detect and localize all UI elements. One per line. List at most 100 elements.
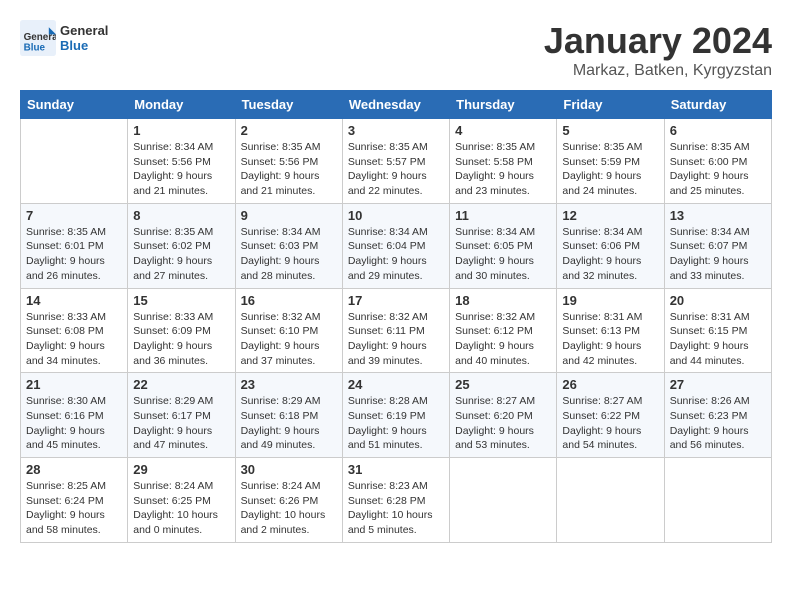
day-info: Sunrise: 8:34 AMSunset: 6:05 PMDaylight:… [455,225,551,284]
day-number: 2 [241,123,337,138]
calendar-cell: 2 Sunrise: 8:35 AMSunset: 5:56 PMDaylight… [235,119,342,204]
day-info: Sunrise: 8:35 AMSunset: 6:02 PMDaylight:… [133,225,229,284]
day-number: 6 [670,123,766,138]
calendar-cell: 13Sunrise: 8:34 AMSunset: 6:07 PMDayligh… [664,203,771,288]
calendar-week-1: 1 Sunrise: 8:34 AMSunset: 5:56 PMDaylight… [21,119,772,204]
day-number: 10 [348,208,444,223]
calendar-cell: 7Sunrise: 8:35 AMSunset: 6:01 PMDaylight… [21,203,128,288]
calendar-cell: 19 Sunrise: 8:31 AMSunset: 6:13 PMDayligh… [557,288,664,373]
calendar-cell: 29 Sunrise: 8:24 AMSunset: 6:25 PMDayligh… [128,458,235,543]
day-info: Sunrise: 8:30 AMSunset: 6:16 PMDaylight:… [26,394,122,453]
day-number: 21 [26,377,122,392]
day-number: 25 [455,377,551,392]
calendar-header-monday: Monday [128,91,235,119]
calendar-cell: 1 Sunrise: 8:34 AMSunset: 5:56 PMDaylight… [128,119,235,204]
calendar-header-friday: Friday [557,91,664,119]
calendar-cell: 22 Sunrise: 8:29 AMSunset: 6:17 PMDayligh… [128,373,235,458]
day-info: Sunrise: 8:24 AMSunset: 6:25 PMDaylight:… [133,479,229,538]
day-number: 22 [133,377,229,392]
calendar-cell: 25Sunrise: 8:27 AMSunset: 6:20 PMDayligh… [450,373,557,458]
calendar-cell: 6 Sunrise: 8:35 AMSunset: 6:00 PMDaylight… [664,119,771,204]
day-number: 15 [133,293,229,308]
day-info: Sunrise: 8:34 AMSunset: 6:04 PMDaylight:… [348,225,444,284]
day-number: 11 [455,208,551,223]
day-number: 24 [348,377,444,392]
page: General Blue General Blue January 2024 M… [0,0,792,553]
day-number: 20 [670,293,766,308]
day-number: 1 [133,123,229,138]
day-number: 30 [241,462,337,477]
calendar-cell: 26 Sunrise: 8:27 AMSunset: 6:22 PMDayligh… [557,373,664,458]
logo-icon: General Blue [20,20,56,56]
calendar-cell: 15 Sunrise: 8:33 AMSunset: 6:09 PMDayligh… [128,288,235,373]
calendar-header-tuesday: Tuesday [235,91,342,119]
day-info: Sunrise: 8:34 AMSunset: 6:07 PMDaylight:… [670,225,766,284]
logo: General Blue General Blue [20,20,108,56]
day-number: 29 [133,462,229,477]
calendar-week-2: 7Sunrise: 8:35 AMSunset: 6:01 PMDaylight… [21,203,772,288]
calendar-header-wednesday: Wednesday [342,91,449,119]
day-info: Sunrise: 8:32 AMSunset: 6:12 PMDaylight:… [455,310,551,369]
day-info: Sunrise: 8:24 AMSunset: 6:26 PMDaylight:… [241,479,337,538]
day-info: Sunrise: 8:31 AMSunset: 6:13 PMDaylight:… [562,310,658,369]
calendar-cell: 8 Sunrise: 8:35 AMSunset: 6:02 PMDaylight… [128,203,235,288]
calendar-cell: 12Sunrise: 8:34 AMSunset: 6:06 PMDayligh… [557,203,664,288]
day-info: Sunrise: 8:28 AMSunset: 6:19 PMDaylight:… [348,394,444,453]
day-number: 5 [562,123,658,138]
day-info: Sunrise: 8:32 AMSunset: 6:10 PMDaylight:… [241,310,337,369]
day-info: Sunrise: 8:29 AMSunset: 6:18 PMDaylight:… [241,394,337,453]
day-info: Sunrise: 8:35 AMSunset: 5:58 PMDaylight:… [455,140,551,199]
day-info: Sunrise: 8:35 AMSunset: 5:57 PMDaylight:… [348,140,444,199]
header: General Blue General Blue January 2024 M… [20,20,772,80]
calendar-cell: 30 Sunrise: 8:24 AMSunset: 6:26 PMDayligh… [235,458,342,543]
calendar-header-row: SundayMondayTuesdayWednesdayThursdayFrid… [21,91,772,119]
calendar-cell: 23 Sunrise: 8:29 AMSunset: 6:18 PMDayligh… [235,373,342,458]
calendar-cell: 17Sunrise: 8:32 AMSunset: 6:11 PMDayligh… [342,288,449,373]
day-info: Sunrise: 8:35 AMSunset: 6:01 PMDaylight:… [26,225,122,284]
calendar-week-5: 28 Sunrise: 8:25 AMSunset: 6:24 PMDayligh… [21,458,772,543]
calendar-cell: 16 Sunrise: 8:32 AMSunset: 6:10 PMDayligh… [235,288,342,373]
day-number: 9 [241,208,337,223]
day-number: 23 [241,377,337,392]
day-number: 14 [26,293,122,308]
day-info: Sunrise: 8:35 AMSunset: 6:00 PMDaylight:… [670,140,766,199]
calendar-cell: 3Sunrise: 8:35 AMSunset: 5:57 PMDaylight… [342,119,449,204]
day-info: Sunrise: 8:29 AMSunset: 6:17 PMDaylight:… [133,394,229,453]
day-number: 16 [241,293,337,308]
calendar-cell [664,458,771,543]
calendar-cell: 31Sunrise: 8:23 AMSunset: 6:28 PMDayligh… [342,458,449,543]
day-info: Sunrise: 8:35 AMSunset: 5:56 PMDaylight:… [241,140,337,199]
day-info: Sunrise: 8:34 AMSunset: 6:03 PMDaylight:… [241,225,337,284]
calendar-cell: 27Sunrise: 8:26 AMSunset: 6:23 PMDayligh… [664,373,771,458]
day-info: Sunrise: 8:33 AMSunset: 6:08 PMDaylight:… [26,310,122,369]
day-info: Sunrise: 8:35 AMSunset: 5:59 PMDaylight:… [562,140,658,199]
calendar-cell: 9 Sunrise: 8:34 AMSunset: 6:03 PMDaylight… [235,203,342,288]
day-number: 8 [133,208,229,223]
calendar-cell: 10 Sunrise: 8:34 AMSunset: 6:04 PMDayligh… [342,203,449,288]
svg-text:Blue: Blue [24,43,46,54]
calendar-cell [557,458,664,543]
day-info: Sunrise: 8:33 AMSunset: 6:09 PMDaylight:… [133,310,229,369]
calendar-week-4: 21 Sunrise: 8:30 AMSunset: 6:16 PMDayligh… [21,373,772,458]
calendar-cell: 21 Sunrise: 8:30 AMSunset: 6:16 PMDayligh… [21,373,128,458]
calendar-cell: 11 Sunrise: 8:34 AMSunset: 6:05 PMDayligh… [450,203,557,288]
title-block: January 2024 Markaz, Batken, Kyrgyzstan [544,20,772,80]
day-info: Sunrise: 8:27 AMSunset: 6:22 PMDaylight:… [562,394,658,453]
day-number: 19 [562,293,658,308]
location: Markaz, Batken, Kyrgyzstan [544,62,772,80]
day-number: 26 [562,377,658,392]
calendar-cell: 14 Sunrise: 8:33 AMSunset: 6:08 PMDayligh… [21,288,128,373]
calendar-header-sunday: Sunday [21,91,128,119]
calendar-cell [21,119,128,204]
calendar-cell: 5 Sunrise: 8:35 AMSunset: 5:59 PMDaylight… [557,119,664,204]
day-info: Sunrise: 8:34 AMSunset: 6:06 PMDaylight:… [562,225,658,284]
calendar-cell: 28 Sunrise: 8:25 AMSunset: 6:24 PMDayligh… [21,458,128,543]
calendar-cell: 4Sunrise: 8:35 AMSunset: 5:58 PMDaylight… [450,119,557,204]
day-number: 28 [26,462,122,477]
day-info: Sunrise: 8:34 AMSunset: 5:56 PMDaylight:… [133,140,229,199]
day-info: Sunrise: 8:25 AMSunset: 6:24 PMDaylight:… [26,479,122,538]
day-number: 17 [348,293,444,308]
calendar-cell: 20Sunrise: 8:31 AMSunset: 6:15 PMDayligh… [664,288,771,373]
day-number: 27 [670,377,766,392]
day-info: Sunrise: 8:23 AMSunset: 6:28 PMDaylight:… [348,479,444,538]
